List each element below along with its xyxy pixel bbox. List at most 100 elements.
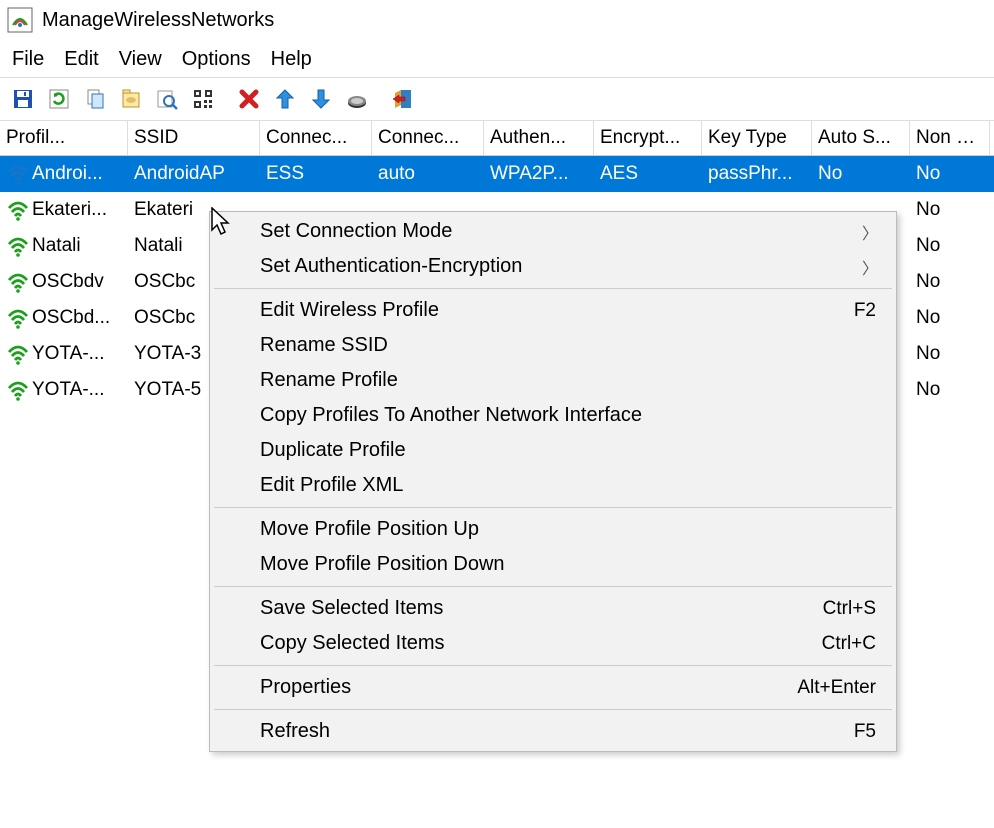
context-menu-item[interactable]: Set Connection Mode〉 (210, 214, 896, 249)
context-menu-label: Duplicate Profile (260, 439, 886, 462)
menu-edit[interactable]: Edit (56, 46, 106, 73)
cell-profile: Ekateri... (32, 199, 107, 221)
wifi-icon (6, 306, 30, 330)
context-menu-separator (214, 665, 892, 666)
context-menu: Set Connection Mode〉Set Authentication-E… (209, 211, 897, 752)
save-icon[interactable] (6, 82, 40, 116)
context-menu-label: Rename SSID (260, 334, 886, 357)
properties-icon[interactable] (114, 82, 148, 116)
context-menu-label: Refresh (260, 720, 854, 743)
col-key-type[interactable]: Key Type (702, 121, 812, 155)
menu-file[interactable]: File (4, 46, 52, 73)
col-profile[interactable]: Profil... (0, 121, 128, 155)
context-menu-item[interactable]: Save Selected ItemsCtrl+S (210, 591, 896, 626)
wifi-icon (6, 270, 30, 294)
context-menu-item[interactable]: Set Authentication-Encryption〉 (210, 249, 896, 284)
table-header: Profil... SSID Connec... Connec... Authe… (0, 121, 994, 156)
titlebar: ManageWirelessNetworks (0, 0, 994, 40)
copy-icon[interactable] (78, 82, 112, 116)
cell-autoswitch: No (812, 159, 910, 189)
context-menu-label: Edit Wireless Profile (260, 299, 854, 322)
wifi-icon (6, 342, 30, 366)
col-authentication[interactable]: Authen... (484, 121, 594, 155)
context-menu-label: Set Authentication-Encryption (260, 255, 886, 278)
context-menu-label: Move Profile Position Down (260, 553, 886, 576)
context-menu-separator (214, 709, 892, 710)
col-connection-type[interactable]: Connec... (260, 121, 372, 155)
cell-encrypt: AES (594, 159, 702, 189)
context-menu-separator (214, 507, 892, 508)
find-icon[interactable] (150, 82, 184, 116)
col-connection-mode[interactable]: Connec... (372, 121, 484, 155)
exit-icon[interactable] (386, 82, 420, 116)
refresh-icon[interactable] (42, 82, 76, 116)
context-menu-label: Copy Profiles To Another Network Interfa… (260, 404, 886, 427)
chevron-right-icon: 〉 (862, 220, 878, 244)
cell-nonbroadcast: No (910, 159, 990, 189)
cell-auth: WPA2P... (484, 159, 594, 189)
cell-conn-mode: auto (372, 159, 484, 189)
context-menu-item[interactable]: Rename SSID (210, 328, 896, 363)
menu-help[interactable]: Help (263, 46, 320, 73)
context-menu-label: Save Selected Items (260, 597, 823, 620)
context-menu-shortcut: F5 (854, 721, 886, 743)
cell-profile: OSCbdv (32, 271, 104, 293)
cell-nonbroadcast: No (910, 303, 990, 333)
qr-icon[interactable] (186, 82, 220, 116)
context-menu-label: Edit Profile XML (260, 474, 886, 497)
context-menu-label: Move Profile Position Up (260, 518, 886, 541)
toolbar (0, 77, 994, 121)
context-menu-label: Properties (260, 676, 797, 699)
context-menu-item[interactable]: Duplicate Profile (210, 433, 896, 468)
cell-profile: YOTA-... (32, 343, 104, 365)
context-menu-shortcut: F2 (854, 300, 886, 322)
context-menu-item[interactable]: Edit Profile XML (210, 468, 896, 503)
cell-profile: YOTA-... (32, 379, 104, 401)
cell-nonbroadcast: No (910, 195, 990, 225)
cell-profile: Androi... (32, 163, 103, 185)
context-menu-item[interactable]: Edit Wireless ProfileF2 (210, 293, 896, 328)
context-menu-item[interactable]: Move Profile Position Down (210, 547, 896, 582)
wifi-icon (6, 378, 30, 402)
cell-nonbroadcast: No (910, 267, 990, 297)
context-menu-shortcut: Ctrl+C (822, 633, 886, 655)
cell-conn-type: ESS (260, 159, 372, 189)
move-up-icon[interactable] (268, 82, 302, 116)
cell-ssid: AndroidAP (128, 159, 260, 189)
context-menu-item[interactable]: RefreshF5 (210, 714, 896, 749)
context-menu-item[interactable]: PropertiesAlt+Enter (210, 670, 896, 705)
menu-options[interactable]: Options (174, 46, 259, 73)
col-encryption[interactable]: Encrypt... (594, 121, 702, 155)
table-row[interactable]: Androi... AndroidAPESSautoWPA2P...AESpass… (0, 156, 994, 192)
context-menu-shortcut: Ctrl+S (823, 598, 886, 620)
cell-profile: OSCbd... (32, 307, 110, 329)
menubar: File Edit View Options Help (0, 40, 994, 77)
context-menu-separator (214, 288, 892, 289)
context-menu-shortcut: Alt+Enter (797, 677, 886, 699)
context-menu-item[interactable]: Move Profile Position Up (210, 512, 896, 547)
move-down-icon[interactable] (304, 82, 338, 116)
context-menu-item[interactable]: Rename Profile (210, 363, 896, 398)
chevron-right-icon: 〉 (862, 255, 878, 279)
cell-nonbroadcast: No (910, 339, 990, 369)
cell-profile: Natali (32, 235, 81, 257)
context-menu-label: Rename Profile (260, 369, 886, 392)
context-menu-item[interactable]: Copy Profiles To Another Network Interfa… (210, 398, 896, 433)
cell-keytype: passPhr... (702, 159, 812, 189)
context-menu-item[interactable]: Copy Selected ItemsCtrl+C (210, 626, 896, 661)
context-menu-separator (214, 586, 892, 587)
col-ssid[interactable]: SSID (128, 121, 260, 155)
context-menu-label: Set Connection Mode (260, 220, 886, 243)
cell-nonbroadcast: No (910, 231, 990, 261)
context-menu-label: Copy Selected Items (260, 632, 822, 655)
delete-icon[interactable] (232, 82, 266, 116)
window-title: ManageWirelessNetworks (42, 9, 274, 32)
wifi-icon (6, 198, 30, 222)
col-auto-switch[interactable]: Auto S... (812, 121, 910, 155)
col-non-broadcast[interactable]: Non B... (910, 121, 990, 155)
menu-view[interactable]: View (111, 46, 170, 73)
wifi-icon (6, 234, 30, 258)
wifi-icon (6, 162, 30, 186)
app-icon (6, 6, 34, 34)
interface-icon[interactable] (340, 82, 374, 116)
